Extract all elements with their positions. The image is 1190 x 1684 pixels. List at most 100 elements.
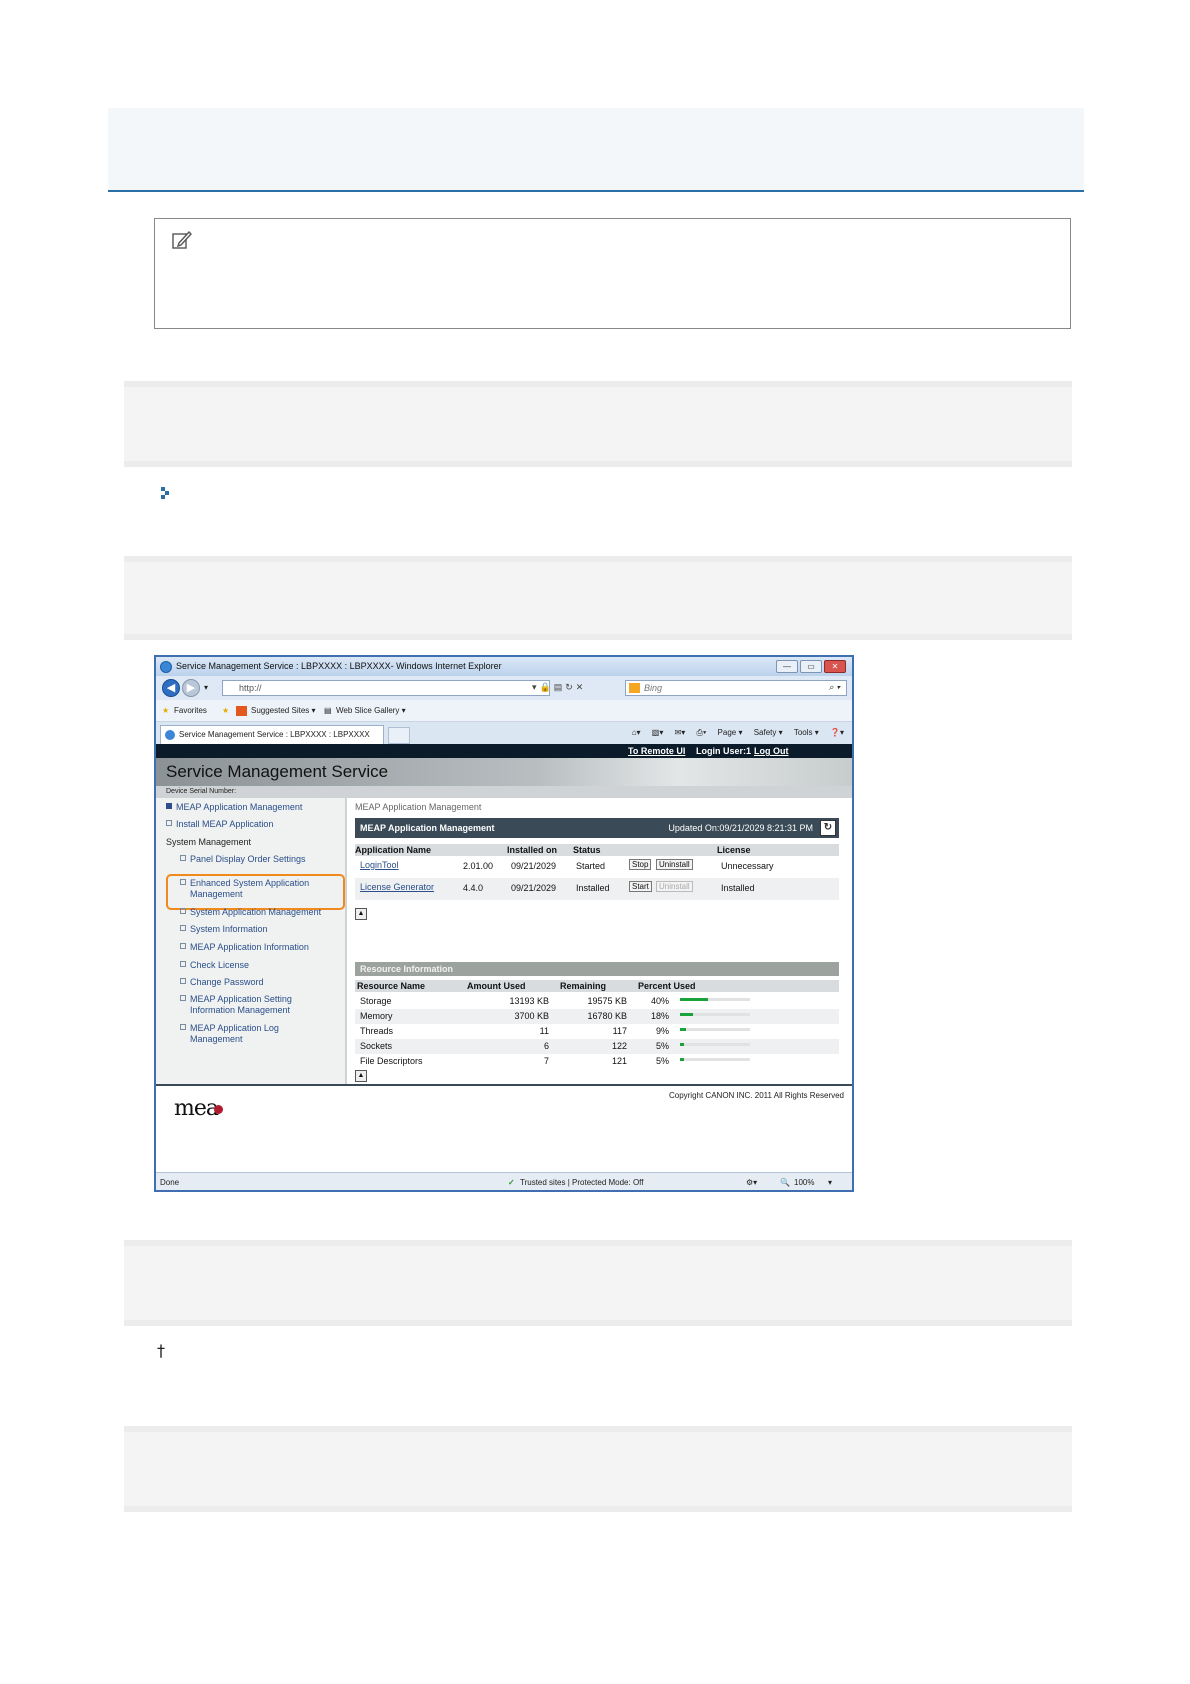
search-icon[interactable]: ⌕ ▾ xyxy=(829,682,840,693)
footer-divider xyxy=(156,1084,852,1086)
web-slice-icon: ▤ xyxy=(324,706,332,715)
window-titlebar: Service Management Service : LBPXXXX : L… xyxy=(156,657,852,676)
sidebar-item-log-management[interactable]: MEAP Application Log Management xyxy=(180,1023,279,1045)
note-edit-icon xyxy=(172,230,192,249)
breadcrumb: MEAP Application Management xyxy=(355,802,482,812)
table-row: LoginTool 2.01.00 09/21/2029 Started Sto… xyxy=(355,858,839,878)
address-input[interactable]: http:// xyxy=(222,680,550,696)
bullet-icon xyxy=(180,961,186,967)
zoom-level[interactable]: 100% xyxy=(794,1178,814,1187)
app-name-link[interactable]: License Generator xyxy=(360,882,434,892)
resource-percent: 40% xyxy=(650,996,669,1006)
help-icon[interactable]: ❓▾ xyxy=(830,728,844,737)
sidebar-item-meap-app-information[interactable]: MEAP Application Information xyxy=(180,942,309,953)
usage-bar-fill xyxy=(680,998,708,1001)
bullet-arrow-icon xyxy=(161,487,169,499)
sidebar-item-install-meap[interactable]: Install MEAP Application xyxy=(166,819,273,830)
sidebar-item-system-information[interactable]: System Information xyxy=(180,924,268,935)
usage-bar-fill xyxy=(680,1058,684,1061)
remote-ui-link[interactable]: To Remote UI xyxy=(628,746,685,756)
tools-menu[interactable]: Tools ▾ xyxy=(794,728,819,737)
zoom-dropdown-icon[interactable]: ▾ xyxy=(828,1178,832,1187)
sidebar-item-meap-app-management[interactable]: MEAP Application Management xyxy=(166,802,302,813)
tab-title: Service Management Service : LBPXXXX : L… xyxy=(179,730,370,739)
usage-bar-fill xyxy=(680,1043,684,1046)
usage-bar-fill xyxy=(680,1028,686,1031)
browser-window: Service Management Service : LBPXXXX : L… xyxy=(154,655,854,1192)
suggested-sites-link[interactable]: Suggested Sites ▾ xyxy=(251,706,316,715)
resource-remaining: 117 xyxy=(612,1026,627,1036)
ie-icon xyxy=(160,661,172,673)
tab-service-management[interactable]: Service Management Service : LBPXXXX : L… xyxy=(160,725,384,744)
sidebar-item-system-app-management[interactable]: System Application Management xyxy=(180,907,321,918)
login-user-text: Login User:1 xyxy=(696,746,752,756)
bullet-icon xyxy=(180,943,186,949)
new-tab-button[interactable] xyxy=(388,727,410,744)
col-status: Status xyxy=(573,845,601,855)
meap-logo: mea xyxy=(174,1096,223,1121)
resource-percent: 5% xyxy=(655,1056,669,1066)
resource-used: 11 xyxy=(539,1026,549,1036)
resource-percent: 9% xyxy=(655,1026,669,1036)
service-title: Service Management Service xyxy=(166,762,389,781)
zoom-icon[interactable]: 🔍 xyxy=(780,1178,790,1187)
usage-bar-track xyxy=(680,1058,750,1061)
page-top-icon[interactable]: ▲ xyxy=(355,908,367,920)
close-icon[interactable]: ✕ xyxy=(824,660,846,673)
history-dropdown-icon[interactable]: ▾ xyxy=(204,683,208,692)
page-top-icon[interactable]: ▲ xyxy=(355,1070,367,1082)
forward-icon[interactable]: ▶ xyxy=(182,679,200,697)
app-status: Started xyxy=(576,861,606,871)
app-installed-on: 09/21/2029 xyxy=(511,861,557,871)
logout-link[interactable]: Log Out xyxy=(754,746,789,756)
copyright: Copyright CANON INC. 2011 All Rights Res… xyxy=(668,1091,844,1100)
status-done: Done xyxy=(160,1178,180,1187)
start-button[interactable]: Start xyxy=(629,881,652,892)
favorites-button[interactable]: Favorites xyxy=(174,706,207,715)
mail-icon[interactable]: ✉▾ xyxy=(675,728,686,737)
maximize-icon[interactable]: ▭ xyxy=(800,660,822,673)
page-menu[interactable]: Page ▾ xyxy=(718,728,743,737)
web-slice-gallery-link[interactable]: Web Slice Gallery ▾ xyxy=(336,706,406,715)
sidebar-item-panel-display[interactable]: Panel Display Order Settings xyxy=(180,854,306,865)
app-name-link[interactable]: LoginTool xyxy=(360,860,399,870)
resource-name: Threads xyxy=(360,1026,394,1036)
print-icon[interactable]: ⎙▾ xyxy=(697,728,707,737)
protected-mode-icon[interactable]: ⚙▾ xyxy=(746,1178,757,1187)
tab-bar: Service Management Service : LBPXXXX : L… xyxy=(156,722,852,744)
bullet-icon xyxy=(180,995,186,1001)
uninstall-button[interactable]: Uninstall xyxy=(656,859,693,870)
search-input[interactable]: Bing ⌕ ▾ xyxy=(625,680,847,696)
app-status: Installed xyxy=(576,883,610,893)
address-tools[interactable]: ▾🔒▤↻✕ xyxy=(532,682,586,693)
usage-bar-track xyxy=(680,1043,750,1046)
sidebar-item-check-license[interactable]: Check License xyxy=(180,960,249,971)
service-banner: Service Management Service xyxy=(156,758,852,786)
stop-button[interactable]: Stop xyxy=(629,859,652,870)
minimize-icon[interactable]: — xyxy=(776,660,798,673)
usage-bar-track xyxy=(680,998,750,1001)
sidebar-item-change-password[interactable]: Change Password xyxy=(180,977,264,988)
resource-name: Storage xyxy=(360,996,392,1006)
col-application-name: Application Name xyxy=(355,845,432,855)
address-text: http:// xyxy=(239,683,262,693)
resource-used: 3700 KB xyxy=(514,1011,549,1021)
search-placeholder: Bing xyxy=(644,683,663,693)
note-box xyxy=(154,218,1071,329)
safety-menu[interactable]: Safety ▾ xyxy=(754,728,783,737)
feeds-icon[interactable]: ▧▾ xyxy=(652,728,664,737)
col-percent-used: Percent Used xyxy=(638,981,696,991)
resource-name: File Descriptors xyxy=(360,1056,423,1066)
table-row: File Descriptors 7 121 5% xyxy=(355,1054,839,1069)
back-icon[interactable]: ◀ xyxy=(162,679,180,697)
add-favorite-icon[interactable]: ★ xyxy=(222,706,229,715)
bullet-icon xyxy=(180,908,186,914)
refresh-icon[interactable]: ↻ xyxy=(820,820,836,836)
command-bar: ⌂▾ ▧▾ ✉▾ ⎙▾ Page ▾ Safety ▾ Tools ▾ ❓▾ xyxy=(623,728,844,738)
app-table-header: Application Name Installed on Status Lic… xyxy=(355,844,839,856)
home-icon[interactable]: ⌂▾ xyxy=(632,728,641,737)
sidebar-item-setting-info-management[interactable]: MEAP Application Setting Information Mana… xyxy=(180,994,292,1016)
address-bar: ◀ ▶ ▾ http:// ▾🔒▤↻✕ Bing ⌕ ▾ xyxy=(156,676,852,700)
favorites-bar: ★ Favorites ★ Suggested Sites ▾ ▤ Web Sl… xyxy=(156,700,852,722)
sidebar-item-enhanced-system-app[interactable]: Enhanced System Application Management xyxy=(180,878,309,900)
